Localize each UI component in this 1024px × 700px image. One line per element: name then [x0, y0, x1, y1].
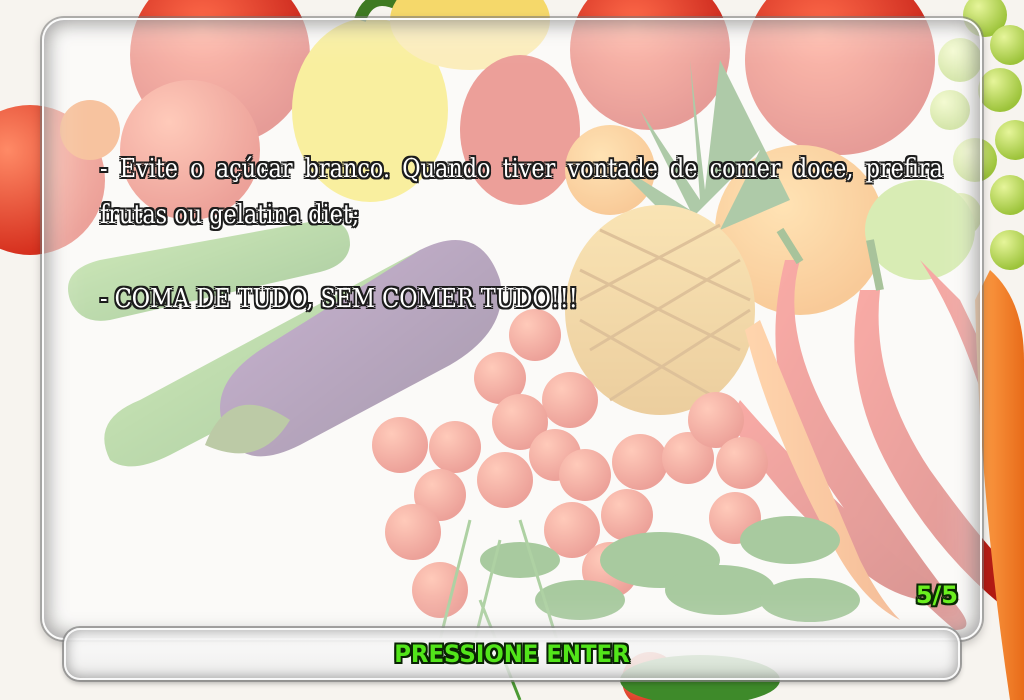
page-indicator: 5/5 — [915, 581, 958, 609]
continue-button[interactable]: PRESSIONE ENTER — [64, 628, 960, 680]
dialog-panel — [42, 18, 982, 640]
continue-label: PRESSIONE ENTER — [394, 640, 630, 668]
dialog-line: - COMA DE TUDO, SEM COMER TUDO!!! — [100, 284, 578, 314]
dialog-line: - Evite o açúcar branco. Quando tiver vo… — [100, 154, 943, 230]
dialog-text: - Evite o açúcar branco. Quando tiver vo… — [100, 146, 943, 322]
